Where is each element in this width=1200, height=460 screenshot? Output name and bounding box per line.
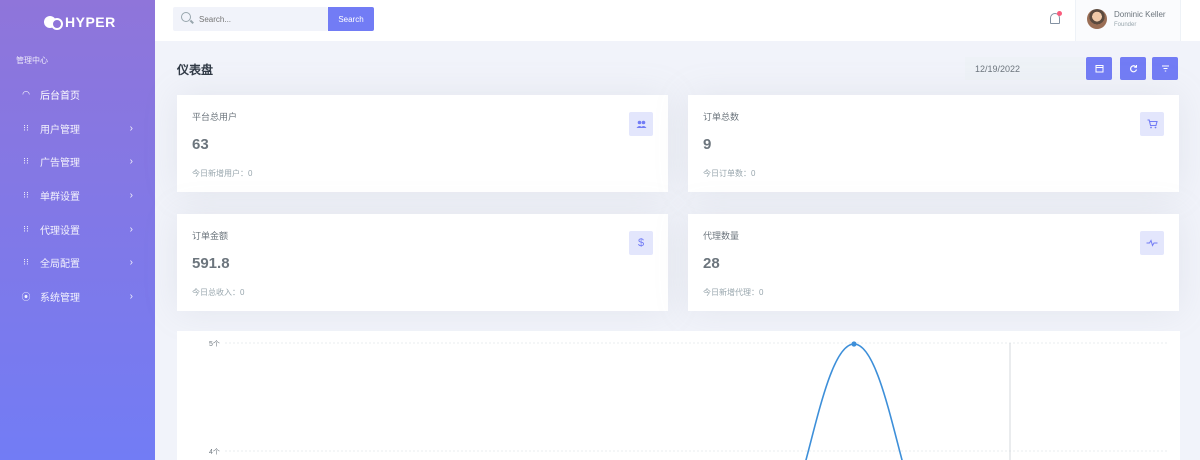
sidebar-item-label: 广告管理: [40, 158, 80, 170]
search-input[interactable]: [199, 7, 324, 31]
sidebar-menu: ◠ 后台首页 ⁝⁝ 用户管理 › ⁝⁝ 广告管理 › ⁝⁝ 单群设置 › ⁝⁝ …: [0, 78, 155, 313]
search-icon: [181, 12, 191, 22]
stat-title: 平台总用户: [192, 112, 238, 122]
sidebar-item-label: 用户管理: [40, 124, 80, 136]
sidebar-item-label: 全局配置: [40, 259, 80, 271]
stat-card-total-orders: 订单总数 9 今日订单数：0: [688, 95, 1179, 192]
sidebar-item-ads[interactable]: ⁝⁝ 广告管理 ›: [0, 145, 155, 179]
chevron-right-icon: ›: [129, 257, 133, 269]
y-tick-label: 5个: [209, 340, 220, 348]
refresh-button[interactable]: [1120, 57, 1146, 80]
page-title: 仪表盘: [177, 63, 214, 77]
sidebar-item-label: 系统管理: [40, 292, 80, 304]
stat-title: 订单金额: [192, 231, 229, 241]
sidebar-item-label: 代理设置: [40, 225, 80, 237]
logo[interactable]: HYPER: [44, 14, 116, 30]
notification-bell-icon[interactable]: [1048, 11, 1062, 27]
series-line: [805, 343, 903, 460]
grid-icon: ⁝⁝: [23, 156, 29, 167]
user-menu[interactable]: Dominic Keller Founder: [1075, 0, 1181, 41]
stat-card-agent-count: 代理数量 28 今日新增代理：0: [688, 214, 1179, 311]
sidebar-item-agent-settings[interactable]: ⁝⁝ 代理设置 ›: [0, 212, 155, 246]
grid-icon: ⁝⁝: [23, 223, 29, 234]
stat-value: 28: [703, 255, 720, 272]
dollar-icon: $: [629, 231, 653, 255]
chevron-right-icon: ›: [129, 290, 133, 302]
stat-card-total-users: 平台总用户 63 今日新增用户：0: [177, 95, 668, 192]
chevron-right-icon: ›: [129, 223, 133, 235]
y-tick-label: 4个: [209, 448, 220, 456]
chevron-right-icon: ›: [129, 190, 133, 202]
sidebar-item-label: 后台首页: [40, 91, 80, 103]
location-pin-icon: ⦿: [21, 291, 31, 302]
filter-button[interactable]: [1152, 57, 1178, 80]
chevron-right-icon: ›: [129, 122, 133, 134]
data-point-peak[interactable]: [851, 341, 857, 347]
cart-icon: [1140, 112, 1164, 136]
grid-icon: ⁝⁝: [23, 257, 29, 268]
stat-subtext: 今日总收入：0: [192, 288, 245, 297]
user-role: Founder: [1114, 22, 1137, 28]
sidebar: HYPER 管理中心 ◠ 后台首页 ⁝⁝ 用户管理 › ⁝⁝ 广告管理 › ⁝⁝…: [0, 0, 155, 460]
sidebar-item-global-config[interactable]: ⁝⁝ 全局配置 ›: [0, 246, 155, 280]
dashboard-icon: ◠: [22, 89, 30, 100]
menu-section-title: 管理中心: [16, 56, 48, 65]
sidebar-item-group-settings[interactable]: ⁝⁝ 单群设置 ›: [0, 179, 155, 213]
user-name: Dominic Keller: [1114, 10, 1166, 19]
notification-dot: [1057, 11, 1062, 16]
stat-subtext: 今日新增代理：0: [703, 288, 764, 297]
sidebar-item-dashboard[interactable]: ◠ 后台首页: [0, 78, 155, 112]
filter-icon: [1161, 65, 1169, 72]
stat-value: 63: [192, 136, 209, 153]
calendar-icon: [1095, 65, 1103, 73]
line-chart: 5个 4个: [209, 340, 1167, 460]
logo-text: HYPER: [65, 14, 116, 30]
refresh-icon: [1129, 65, 1137, 73]
stat-subtext: 今日新增用户：0: [192, 169, 253, 178]
pulse-icon: [1140, 231, 1164, 255]
stat-value: 9: [703, 136, 712, 153]
avatar: [1087, 9, 1107, 29]
search-box: [173, 7, 328, 31]
sidebar-item-system[interactable]: ⦿ 系统管理 ›: [0, 280, 155, 314]
users-icon: [629, 112, 653, 136]
stat-subtext: 今日订单数：0: [703, 169, 756, 178]
date-picker-input[interactable]: [965, 57, 1085, 80]
chart-card: 5个 4个: [177, 331, 1180, 460]
chevron-right-icon: ›: [129, 156, 133, 168]
sidebar-item-users[interactable]: ⁝⁝ 用户管理 ›: [0, 112, 155, 146]
stat-card-order-amount: 订单金额 591.8 今日总收入：0 $: [177, 214, 668, 311]
search-button[interactable]: Search: [328, 7, 374, 31]
grid-icon: ⁝⁝: [23, 190, 29, 201]
calendar-button[interactable]: [1086, 57, 1112, 80]
logo-icon: [44, 14, 63, 30]
sidebar-item-label: 单群设置: [40, 192, 80, 204]
grid-icon: ⁝⁝: [23, 122, 29, 133]
topbar: Search Dominic Keller Founder: [155, 0, 1200, 41]
stat-title: 代理数量: [703, 231, 740, 241]
stat-value: 591.8: [192, 255, 230, 272]
stat-title: 订单总数: [703, 112, 740, 122]
